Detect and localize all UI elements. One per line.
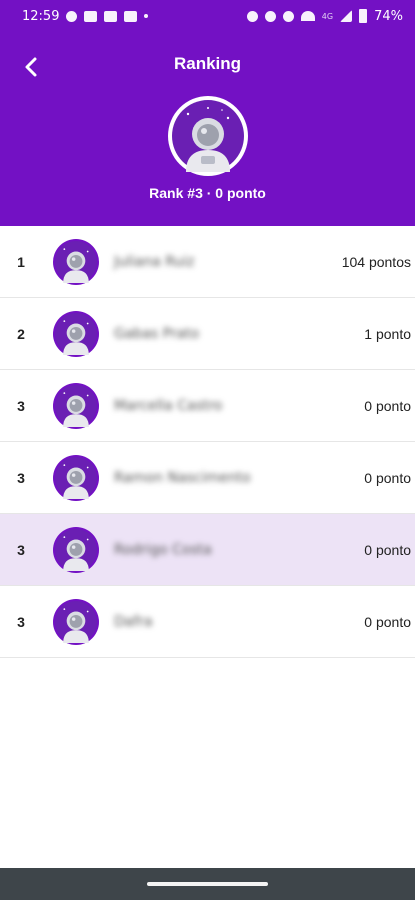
youtube-icon [84,10,98,22]
ranking-row[interactable]: 3 Ramon Nascimento 0 ponto [0,442,415,514]
ranking-row[interactable]: 3 Dafra 0 ponto [0,586,415,658]
astronaut-icon [55,312,97,355]
vibrate-icon [282,10,294,22]
astronaut-icon [55,384,97,427]
status-bar: 12:59 4G 74% [0,0,415,32]
rank-position: 3 [17,541,25,558]
avatar [53,310,99,357]
battery-percent: 74% [374,8,403,24]
ranking-row[interactable]: 3 Marcella Castro 0 ponto [0,370,415,442]
network-type: 4G [321,11,334,21]
signal-icon [340,10,353,22]
wifi-icon [300,11,315,21]
rank-position: 3 [17,613,25,630]
ranking-row[interactable]: 2 Gabas Prato 1 ponto [0,298,415,370]
rank-position: 3 [17,469,25,486]
user-name: Ramon Nascimento [114,469,251,486]
home-gesture-handle[interactable] [147,882,268,886]
battery-icon [359,9,368,23]
rank-position: 3 [17,397,25,414]
user-name: Rodrigo Costa [114,541,212,558]
user-points: 0 ponto [364,613,411,630]
status-right: 4G 74% [246,8,403,24]
ranking-header: Ranking Rank #3 · 0 ponto [0,32,415,226]
whatsapp-icon [66,10,78,22]
user-name: Juliana Ruiz [114,253,195,270]
alarm-icon [246,10,258,22]
user-avatar [168,96,248,176]
rank-position: 2 [17,325,25,342]
avatar [53,454,99,501]
status-left: 12:59 [22,8,149,24]
ranking-row-current-user[interactable]: 3 Rodrigo Costa 0 ponto [0,514,415,586]
youtube-icon [104,10,118,22]
avatar [53,526,99,573]
page-title: Ranking [173,54,242,73]
user-points: 1 ponto [364,325,411,342]
ranking-list: 1 Juliana Ruiz 104 pontos 2 Gabas Prato … [0,226,415,658]
user-name: Dafra [114,613,153,630]
ranking-row[interactable]: 1 Juliana Ruiz 104 pontos [0,226,415,298]
current-rank: Rank #3 · 0 ponto [149,185,266,201]
avatar [53,382,99,429]
gmail-icon [124,10,138,22]
user-points: 0 ponto [364,469,411,486]
user-points: 0 ponto [364,397,411,414]
system-nav-bar [0,868,415,900]
astronaut-icon [55,240,97,283]
rank-position: 1 [17,253,25,270]
user-name: Gabas Prato [114,325,200,342]
user-points: 104 pontos [341,253,411,270]
user-name: Marcella Castro [114,397,223,414]
avatar [53,238,99,285]
notification-dot-icon [144,14,149,18]
astronaut-icon [55,528,97,571]
astronaut-icon [55,456,97,499]
user-points: 0 ponto [364,541,411,558]
status-time: 12:59 [22,8,60,24]
data-saver-icon [264,10,276,22]
astronaut-icon [172,100,244,172]
avatar [53,598,99,645]
astronaut-icon [55,600,97,643]
